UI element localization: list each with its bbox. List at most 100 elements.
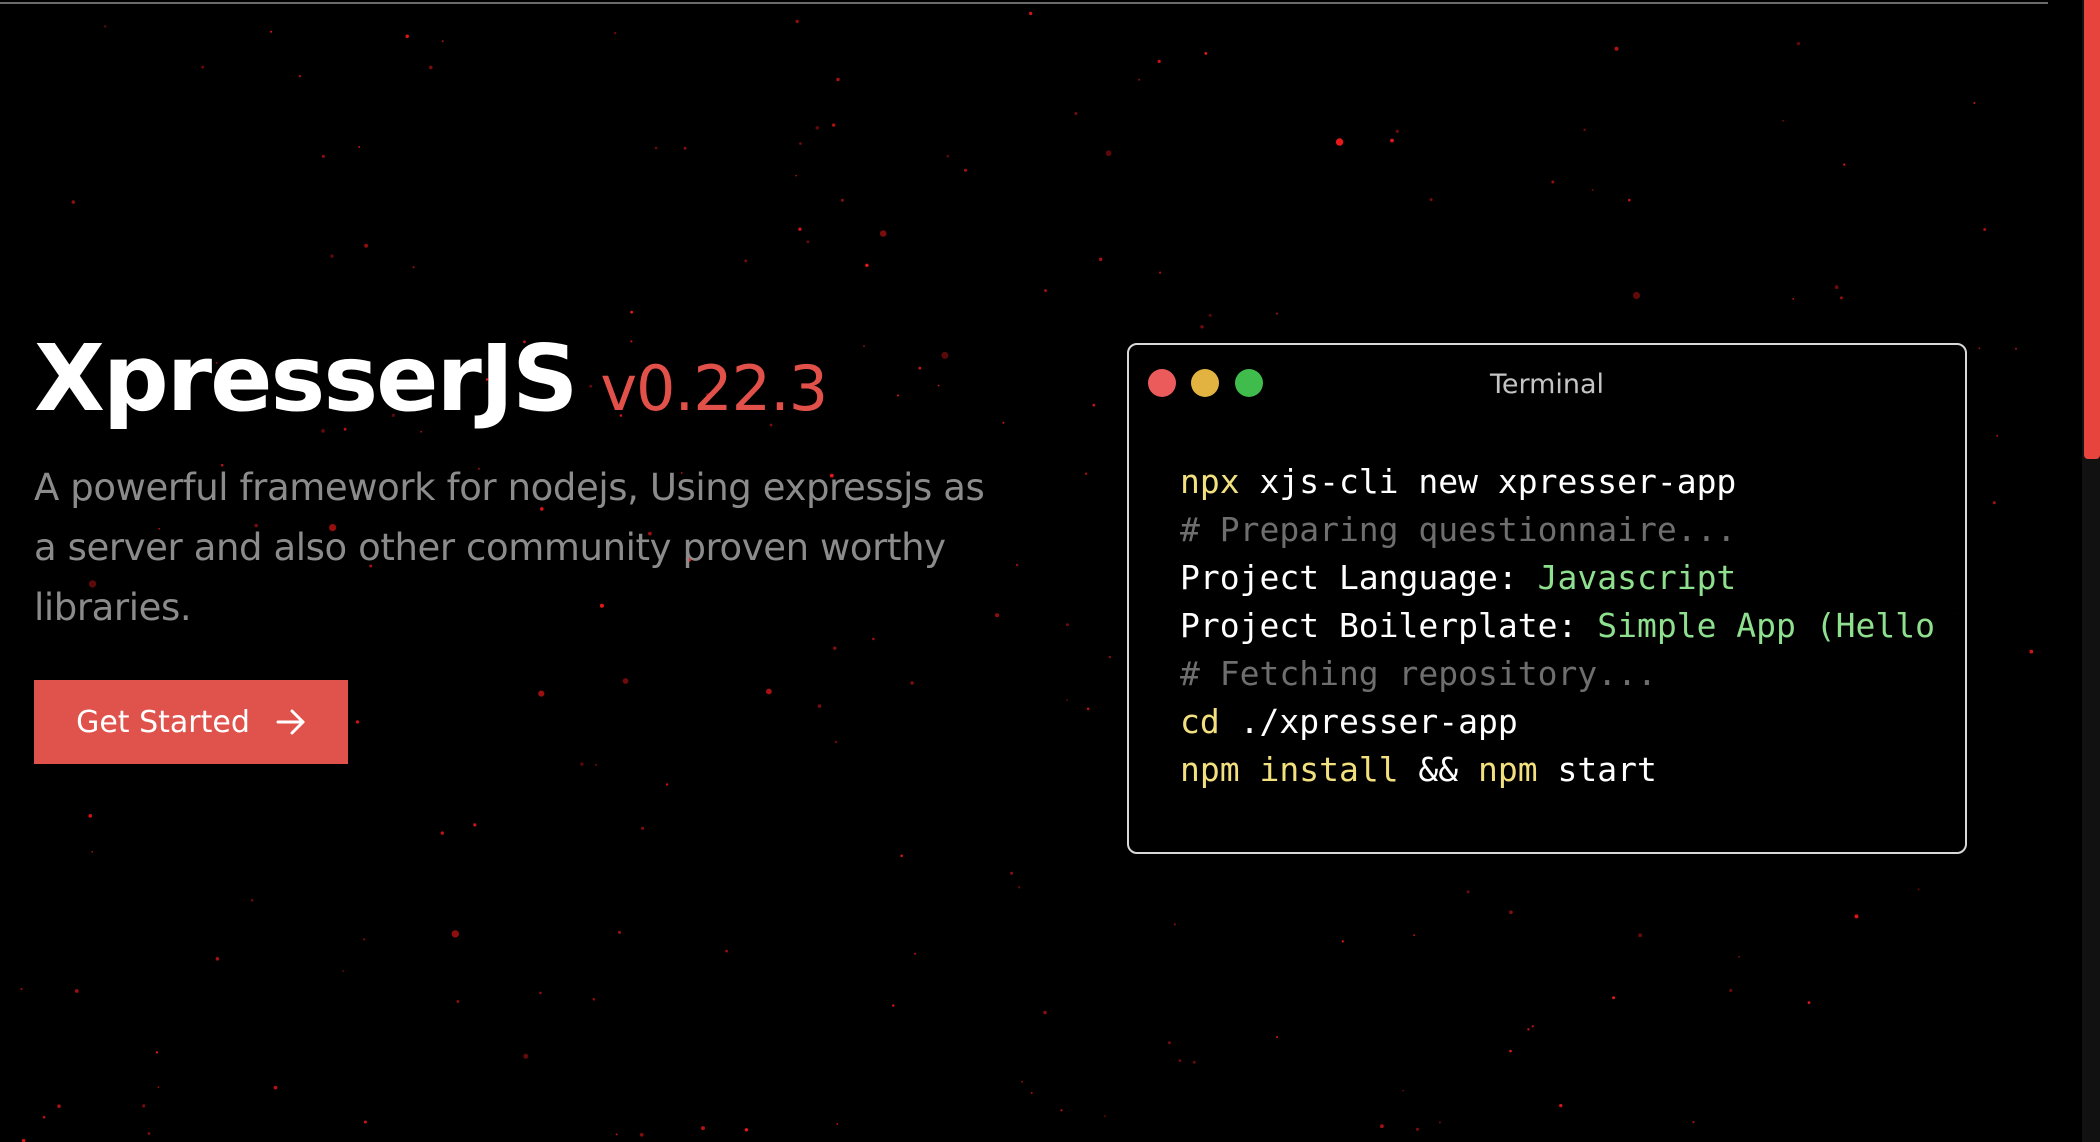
particle-dot: [641, 826, 645, 830]
particle-dot: [592, 997, 596, 1001]
particle-dot: [795, 19, 799, 24]
particle-dot: [1044, 289, 1047, 292]
particle-dot: [815, 126, 820, 130]
particle-dot: [1792, 298, 1795, 300]
particle-dot: [440, 831, 444, 835]
get-started-button[interactable]: Get Started: [34, 680, 348, 764]
particle-dot: [795, 174, 798, 177]
particle-dot: [104, 25, 107, 28]
particle-dot: [665, 783, 669, 786]
terminal-token: Project Language:: [1180, 558, 1538, 597]
particle-dot: [1084, 472, 1088, 475]
particle-dot: [441, 40, 444, 43]
particle-dot: [91, 851, 93, 853]
particle-dot: [910, 681, 914, 685]
particle-dot: [201, 65, 205, 69]
terminal-line: cd ./xpresser-app: [1180, 698, 1955, 746]
version-badge: v0.22.3: [600, 352, 828, 425]
particle-dot: [683, 146, 687, 150]
particle-dot: [298, 75, 302, 78]
particle-dot: [451, 930, 459, 938]
terminal-line: Project Language: Javascript: [1180, 554, 1955, 602]
particle-dot: [1591, 188, 1594, 191]
particle-dot: [1015, 563, 1019, 567]
particle-dot: [1807, 1001, 1811, 1004]
particle-dot: [1159, 271, 1162, 274]
particle-dot: [639, 1132, 644, 1137]
particle-dot: [215, 957, 220, 961]
particle-dot: [1138, 78, 1141, 81]
particle-dot: [1204, 52, 1208, 55]
particle-dot: [1983, 228, 1987, 231]
particle-dot: [799, 142, 802, 145]
particle-dot: [363, 1120, 367, 1124]
terminal-output: npx xjs-cli new xpresser-app # Preparing …: [1180, 458, 1955, 794]
particle-dot: [1043, 1010, 1047, 1015]
particle-dot: [1092, 403, 1096, 407]
particle-dot: [995, 613, 1000, 618]
particle-dot: [1208, 313, 1212, 317]
terminal-line: npx xjs-cli new xpresser-app: [1180, 458, 1955, 506]
arrow-right-icon: [276, 709, 305, 735]
particle-dot: [1065, 623, 1069, 627]
scrollbar-thumb[interactable]: [2084, 0, 2100, 459]
particle-dot: [1390, 138, 1394, 143]
particle-dot: [2029, 649, 2034, 654]
particle-dot: [1104, 1115, 1106, 1117]
particle-dot: [1380, 1124, 1384, 1129]
title-row: XpresserJS v0.22.3: [34, 325, 994, 432]
terminal-window: Terminal npx xjs-cli new xpresser-app # P…: [1127, 343, 1967, 854]
particle-dot: [330, 254, 334, 258]
particle-dot: [1395, 129, 1399, 133]
particle-dot: [1413, 934, 1416, 937]
particle-dot: [630, 310, 633, 314]
terminal-token: xjs-cli new xpresser-app: [1239, 462, 1737, 501]
particle-dot: [1843, 163, 1846, 166]
particle-dot: [1917, 888, 1920, 891]
top-divider: [0, 2, 2048, 4]
hero-section: XpresserJS v0.22.3 A powerful framework …: [34, 325, 994, 675]
particle-dot: [1074, 112, 1078, 115]
particle-dot: [1275, 312, 1278, 315]
particle-dot: [456, 1000, 460, 1003]
particle-dot: [832, 123, 836, 127]
particle-dot: [1551, 180, 1555, 184]
particle-dot: [1509, 1049, 1512, 1053]
terminal-token: Project Boilerplate:: [1180, 606, 1598, 645]
particle-dot: [840, 198, 844, 202]
particle-dot: [1973, 102, 1976, 104]
particle-dot: [836, 77, 840, 82]
particle-dot: [865, 263, 869, 267]
terminal-token: Javascript: [1537, 558, 1737, 597]
particle-dot: [273, 1085, 278, 1090]
terminal-token: Simple App (Hello W: [1597, 606, 1955, 645]
terminal-token: start: [1537, 750, 1657, 789]
particle-dot: [1429, 198, 1433, 202]
particle-dot: [1466, 890, 1470, 894]
particle-dot: [594, 763, 598, 766]
particle-dot: [879, 230, 887, 237]
particle-dot: [836, 1123, 839, 1125]
particle-dot: [538, 690, 545, 697]
particle-dot: [1692, 1121, 1695, 1124]
particle-dot: [429, 65, 433, 70]
particle-dot: [1996, 434, 1999, 437]
particle-dot: [613, 31, 617, 35]
particle-dot: [1200, 325, 1204, 329]
particle-dot: [1992, 501, 1996, 505]
particle-dot: [744, 1128, 749, 1132]
particle-dot: [539, 991, 542, 995]
particle-dot: [1628, 198, 1631, 202]
terminal-token: npx: [1180, 462, 1240, 501]
particle-dot: [1612, 996, 1616, 1000]
particle-dot: [1192, 1060, 1196, 1064]
particle-dot: [946, 154, 950, 158]
terminal-token: npm: [1478, 750, 1538, 789]
particle-dot: [1839, 296, 1843, 300]
particle-dot: [20, 987, 23, 991]
particle-dot: [622, 678, 629, 684]
terminal-token: &&: [1398, 750, 1479, 789]
particle-dot: [1638, 933, 1643, 938]
particle-dot: [1010, 871, 1013, 875]
particle-dot: [1173, 923, 1176, 926]
